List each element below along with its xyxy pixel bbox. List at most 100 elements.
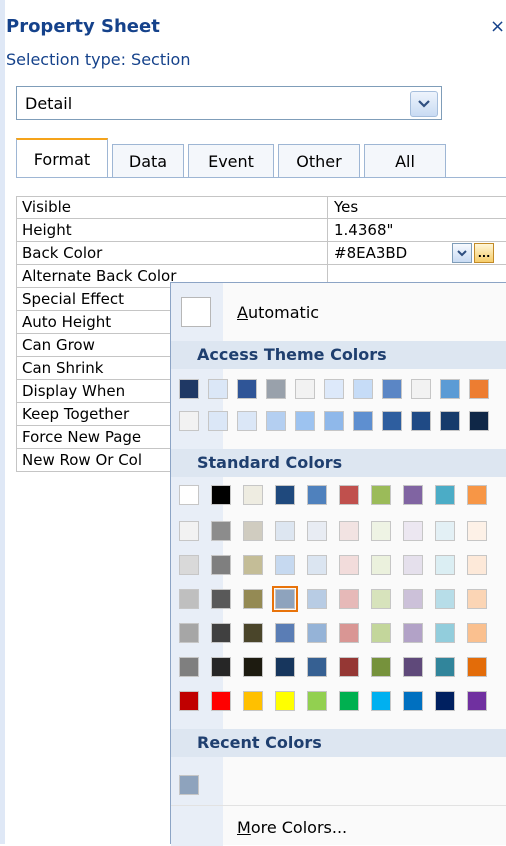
color-swatch[interactable] <box>435 623 455 643</box>
color-swatch[interactable] <box>403 589 423 609</box>
color-swatch[interactable] <box>467 589 487 609</box>
color-swatch[interactable] <box>237 411 257 431</box>
color-swatch[interactable] <box>179 555 199 575</box>
chevron-down-icon[interactable] <box>410 91 438 117</box>
color-swatch[interactable] <box>371 589 391 609</box>
color-swatch[interactable] <box>411 379 431 399</box>
color-swatch[interactable] <box>435 691 455 711</box>
color-swatch[interactable] <box>467 521 487 541</box>
color-swatch[interactable] <box>243 521 263 541</box>
color-swatch[interactable] <box>208 411 228 431</box>
tab-data[interactable]: Data <box>112 144 184 178</box>
color-swatch[interactable] <box>179 485 199 505</box>
color-swatch[interactable] <box>307 485 327 505</box>
color-swatch[interactable] <box>469 379 489 399</box>
color-swatch[interactable] <box>179 775 199 795</box>
color-swatch[interactable] <box>211 521 231 541</box>
color-swatch[interactable] <box>211 623 231 643</box>
color-swatch[interactable] <box>371 623 391 643</box>
tab-all[interactable]: All <box>364 144 446 178</box>
color-swatch[interactable] <box>435 555 455 575</box>
color-swatch[interactable] <box>295 379 315 399</box>
color-swatch[interactable] <box>211 485 231 505</box>
color-swatch[interactable] <box>179 657 199 677</box>
color-swatch[interactable] <box>435 485 455 505</box>
color-swatch[interactable] <box>179 379 199 399</box>
color-swatch[interactable] <box>266 411 286 431</box>
color-swatch[interactable] <box>324 411 344 431</box>
color-swatch[interactable] <box>211 589 231 609</box>
color-swatch[interactable] <box>435 657 455 677</box>
build-ellipsis-button[interactable]: ... <box>474 243 494 263</box>
color-swatch[interactable] <box>272 586 298 612</box>
color-swatch[interactable] <box>179 521 199 541</box>
color-swatch[interactable] <box>467 623 487 643</box>
color-swatch[interactable] <box>211 691 231 711</box>
color-swatch[interactable] <box>339 555 359 575</box>
color-swatch[interactable] <box>307 691 327 711</box>
color-swatch[interactable] <box>435 589 455 609</box>
color-swatch[interactable] <box>371 485 391 505</box>
color-swatch[interactable] <box>307 555 327 575</box>
tab-event[interactable]: Event <box>188 144 274 178</box>
color-swatch[interactable] <box>211 657 231 677</box>
object-selector[interactable]: Detail <box>16 86 442 120</box>
color-swatch[interactable] <box>295 411 315 431</box>
color-swatch[interactable] <box>382 411 402 431</box>
property-value[interactable]: 1.4368" <box>334 221 393 239</box>
color-swatch[interactable] <box>467 485 487 505</box>
color-swatch[interactable] <box>307 589 327 609</box>
property-row-back-color[interactable]: Back Color #8EA3BD ... <box>16 242 506 265</box>
color-swatch[interactable] <box>243 555 263 575</box>
color-swatch[interactable] <box>339 691 359 711</box>
color-swatch[interactable] <box>371 521 391 541</box>
color-swatch[interactable] <box>371 657 391 677</box>
color-swatch[interactable] <box>339 485 359 505</box>
color-swatch[interactable] <box>179 623 199 643</box>
color-swatch[interactable] <box>435 521 455 541</box>
color-swatch[interactable] <box>339 657 359 677</box>
color-swatch[interactable] <box>403 555 423 575</box>
property-row-visible[interactable]: Visible Yes <box>16 196 506 219</box>
color-swatch[interactable] <box>307 623 327 643</box>
color-swatch[interactable] <box>179 411 199 431</box>
back-color-input[interactable]: #8EA3BD <box>334 244 407 262</box>
color-swatch[interactable] <box>243 657 263 677</box>
tab-format[interactable]: Format <box>16 138 108 178</box>
color-swatch[interactable] <box>275 691 295 711</box>
color-swatch[interactable] <box>467 691 487 711</box>
color-swatch[interactable] <box>371 691 391 711</box>
color-swatch[interactable] <box>179 691 199 711</box>
color-swatch[interactable] <box>403 691 423 711</box>
color-swatch[interactable] <box>353 379 373 399</box>
color-swatch[interactable] <box>275 521 295 541</box>
color-swatch[interactable] <box>467 657 487 677</box>
color-swatch[interactable] <box>440 411 460 431</box>
color-swatch[interactable] <box>243 691 263 711</box>
color-swatch[interactable] <box>243 589 263 609</box>
color-swatch[interactable] <box>243 485 263 505</box>
color-swatch[interactable] <box>371 555 391 575</box>
color-swatch[interactable] <box>266 379 286 399</box>
color-swatch[interactable] <box>208 379 228 399</box>
color-swatch[interactable] <box>403 623 423 643</box>
color-swatch[interactable] <box>275 623 295 643</box>
color-swatch[interactable] <box>339 589 359 609</box>
color-swatch[interactable] <box>324 379 344 399</box>
color-swatch[interactable] <box>307 657 327 677</box>
close-icon[interactable]: × <box>490 16 505 37</box>
color-swatch[interactable] <box>275 657 295 677</box>
color-swatch[interactable] <box>469 411 489 431</box>
property-value[interactable]: Yes <box>334 198 358 216</box>
color-swatch[interactable] <box>339 521 359 541</box>
color-swatch[interactable] <box>403 657 423 677</box>
color-swatch[interactable] <box>403 521 423 541</box>
chevron-down-icon[interactable] <box>452 243 472 263</box>
color-swatch[interactable] <box>275 485 295 505</box>
color-swatch[interactable] <box>353 411 373 431</box>
color-swatch[interactable] <box>243 623 263 643</box>
more-colors-button[interactable]: More Colors... <box>171 805 506 846</box>
color-swatch[interactable] <box>307 521 327 541</box>
color-swatch[interactable] <box>237 379 257 399</box>
color-swatch[interactable] <box>403 485 423 505</box>
